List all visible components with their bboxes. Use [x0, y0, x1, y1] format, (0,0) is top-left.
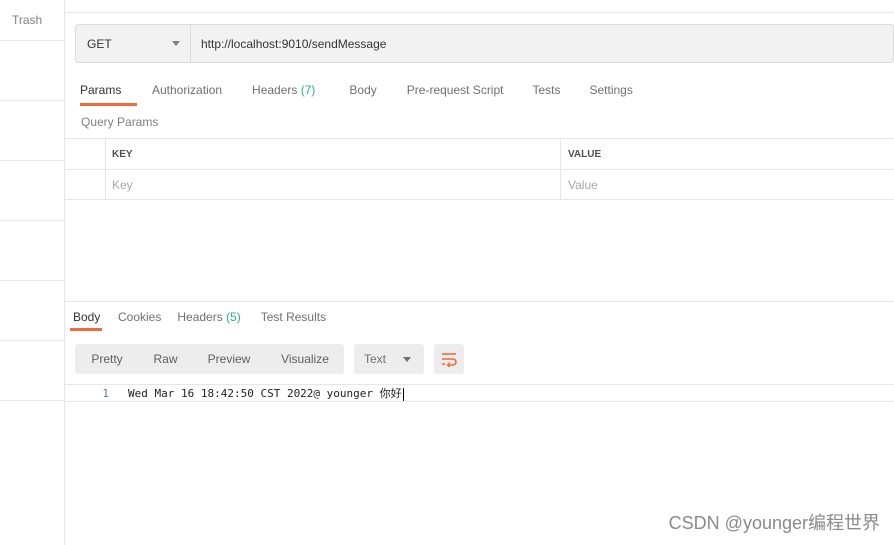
tab-label: Headers	[177, 310, 223, 324]
row-checkbox[interactable]	[65, 170, 106, 199]
sidebar-row[interactable]	[0, 221, 64, 281]
sidebar-row[interactable]	[0, 41, 64, 101]
sidebar-row[interactable]	[0, 281, 64, 341]
tab-response-body[interactable]: Body	[70, 302, 102, 331]
tab-authorization[interactable]: Authorization	[152, 76, 222, 106]
wrap-lines-icon	[442, 353, 457, 367]
tab-cookies[interactable]: Cookies	[118, 302, 161, 331]
tab-label: Settings	[589, 83, 633, 97]
table-row: Key Value	[65, 169, 894, 200]
tab-label: Cookies	[118, 310, 162, 324]
tab-label: Authorization	[152, 83, 223, 97]
query-params-title: Query Params	[81, 115, 159, 129]
params-table: KEY VALUE Key Value	[65, 138, 894, 200]
tab-body[interactable]: Body	[349, 76, 376, 106]
tab-label: Tests	[532, 83, 561, 97]
text-cursor	[402, 387, 404, 401]
response-line: Wed Mar 16 18:42:50 CST 2022@ younger 你好	[128, 387, 402, 400]
chevron-down-icon	[172, 41, 180, 46]
tab-params[interactable]: Params	[80, 76, 137, 106]
tab-label: Params	[80, 83, 122, 97]
tab-test-results[interactable]: Test Results	[261, 302, 326, 331]
line-number: 1	[102, 386, 109, 400]
tab-label: Body	[73, 310, 101, 324]
sidebar-item-label: Trash	[12, 13, 43, 27]
response-tabs: Body Cookies Headers (5) Test Results	[65, 302, 894, 331]
sidebar-item-trash[interactable]: Trash	[0, 0, 64, 41]
sidebar-row[interactable]	[0, 161, 64, 221]
pretty-button[interactable]: Pretty	[75, 344, 139, 374]
tab-response-headers[interactable]: Headers (5)	[177, 302, 240, 331]
watermark: CSDN @younger编程世界	[668, 513, 880, 533]
url-input[interactable]: http://localhost:9010/sendMessage	[191, 37, 386, 51]
divider	[65, 12, 894, 13]
method-select[interactable]: GET	[76, 25, 191, 62]
format-select[interactable]: Text	[354, 344, 424, 374]
request-panel: GET http://localhost:9010/sendMessage Pa…	[65, 0, 894, 545]
value-header: VALUE	[568, 148, 602, 160]
tab-label: Body	[349, 83, 377, 97]
response-body-editor[interactable]: 1 Wed Mar 16 18:42:50 CST 2022@ younger …	[65, 384, 894, 402]
view-mode-group: Pretty Raw Preview Visualize	[75, 344, 344, 374]
key-input[interactable]: Key	[106, 170, 561, 199]
raw-button[interactable]: Raw	[139, 344, 192, 374]
visualize-button[interactable]: Visualize	[266, 344, 344, 374]
tab-headers[interactable]: Headers (7)	[252, 76, 315, 106]
sidebar-row[interactable]	[0, 341, 64, 401]
chevron-down-icon	[403, 356, 411, 362]
response-text: Wed Mar 16 18:42:50 CST 2022@ younger 你好	[109, 385, 404, 401]
tab-tests[interactable]: Tests	[532, 76, 560, 106]
tab-label: Headers	[252, 83, 298, 97]
format-label: Text	[364, 352, 387, 366]
tab-label: Pre-request Script	[406, 83, 504, 97]
headers-count: (5)	[226, 310, 241, 324]
tab-pre-request-script[interactable]: Pre-request Script	[407, 76, 504, 106]
tab-settings[interactable]: Settings	[590, 76, 633, 106]
preview-button[interactable]: Preview	[192, 344, 266, 374]
request-bar: GET http://localhost:9010/sendMessage	[75, 24, 894, 63]
sidebar-row[interactable]	[0, 101, 64, 161]
value-input[interactable]: Value	[561, 170, 894, 199]
wrap-lines-button[interactable]	[434, 344, 464, 374]
method-label: GET	[87, 36, 112, 51]
request-tabs: Params Authorization Headers (7) Body Pr…	[65, 76, 894, 106]
table-header-row: KEY VALUE	[65, 138, 894, 169]
tab-label: Test Results	[260, 310, 327, 324]
key-header: KEY	[106, 139, 561, 169]
checkbox-column	[65, 139, 106, 169]
sidebar: Trash	[0, 0, 65, 545]
headers-count: (7)	[300, 83, 316, 97]
